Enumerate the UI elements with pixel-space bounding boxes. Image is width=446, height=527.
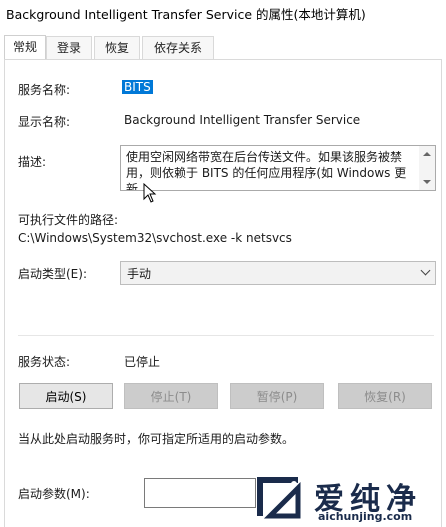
scroll-up-icon[interactable] xyxy=(423,152,431,156)
resume-button[interactable]: 恢复(R) xyxy=(338,383,432,409)
description-label: 描述: xyxy=(18,155,47,169)
mouse-cursor-icon xyxy=(143,183,157,203)
service-status-value: 已停止 xyxy=(124,355,161,369)
description-text: 使用空闲网络带宽在后台传送文件。如果该服务被禁用，则依赖于 BITS 的任何应用… xyxy=(126,150,407,191)
pause-button[interactable]: 暂停(P) xyxy=(230,383,324,409)
startup-type-value: 手动 xyxy=(127,267,152,281)
start-params-input[interactable] xyxy=(144,478,256,508)
tab-strip: 常规 登录 恢复 依存关系 xyxy=(0,35,446,60)
startup-type-label: 启动类型(E): xyxy=(18,267,87,281)
exec-path-value[interactable]: C:\Windows\System32\svchost.exe -k netsv… xyxy=(18,231,292,245)
tab-logon[interactable]: 登录 xyxy=(46,36,92,59)
service-status-label: 服务状态: xyxy=(18,355,71,369)
service-name-label: 服务名称: xyxy=(18,83,71,97)
description-scrollbar[interactable] xyxy=(419,146,435,190)
scroll-down-icon[interactable] xyxy=(423,180,431,184)
display-name-value[interactable]: Background Intelligent Transfer Service xyxy=(124,113,360,127)
startup-type-select[interactable]: 手动 xyxy=(120,261,436,285)
tab-dependencies[interactable]: 依存关系 xyxy=(142,36,214,59)
watermark-logo-icon xyxy=(257,477,301,519)
start-params-label: 启动参数(M): xyxy=(18,487,90,501)
tab-general[interactable]: 常规 xyxy=(4,35,46,60)
watermark: 爱纯净 aichunjing.com xyxy=(254,472,446,526)
tab-recovery[interactable]: 恢复 xyxy=(94,36,140,59)
title-bar: Background Intelligent Transfer Service … xyxy=(0,0,446,26)
stop-button[interactable]: 停止(T) xyxy=(124,383,218,409)
exec-path-label: 可执行文件的路径: xyxy=(18,213,119,227)
description-box[interactable]: 使用空闲网络带宽在后台传送文件。如果该服务被禁用，则依赖于 BITS 的任何应用… xyxy=(120,145,436,191)
service-name-value[interactable]: BITS xyxy=(122,80,153,94)
watermark-url: aichunjing.com xyxy=(318,510,413,523)
window-title: Background Intelligent Transfer Service … xyxy=(6,7,366,22)
start-button[interactable]: 启动(S) xyxy=(19,383,113,409)
divider xyxy=(18,335,434,336)
chevron-down-icon xyxy=(420,265,431,276)
start-params-hint: 当从此处启动服务时，你可指定所适用的启动参数。 xyxy=(18,432,295,446)
display-name-label: 显示名称: xyxy=(18,115,71,129)
